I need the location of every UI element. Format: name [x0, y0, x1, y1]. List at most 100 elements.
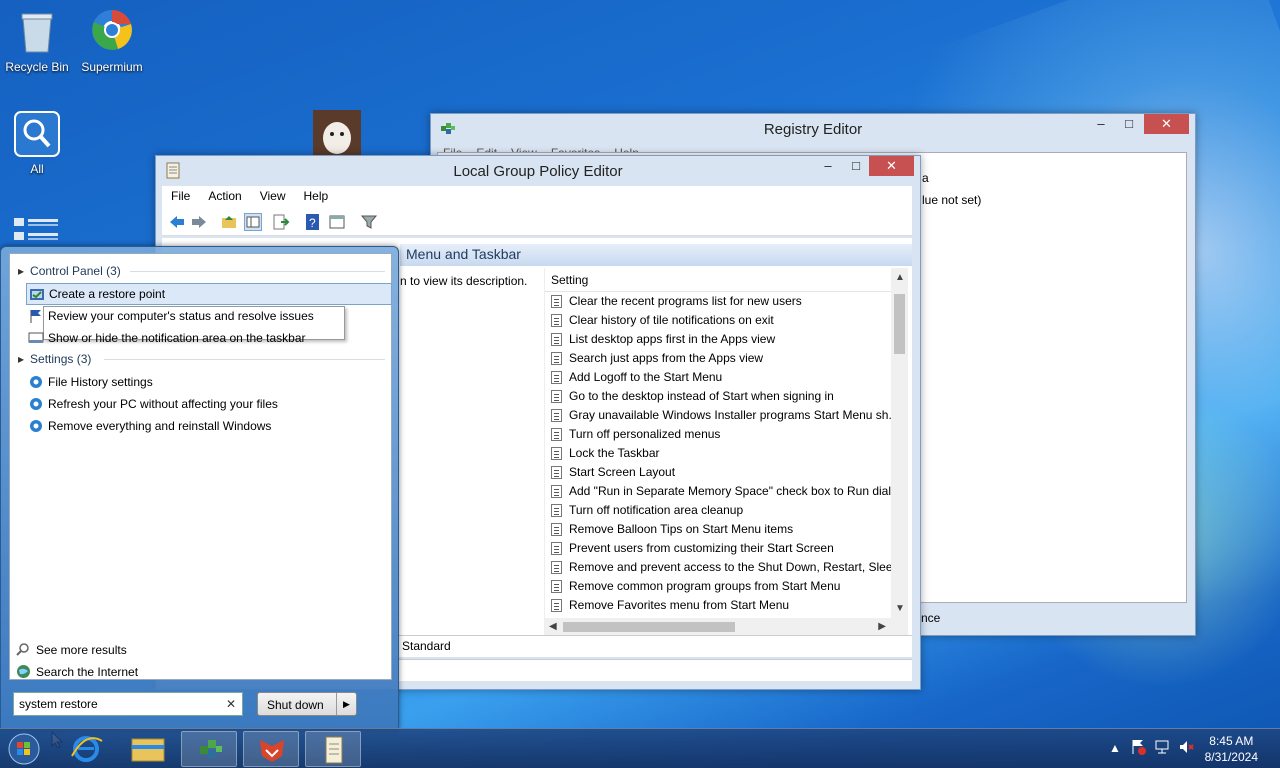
setting-label: Go to the desktop instead of Start when …	[569, 389, 834, 403]
desktop-icon-all[interactable]: All	[0, 110, 74, 176]
export-list-icon[interactable]	[272, 213, 290, 231]
show-hide-console-tree-icon[interactable]	[244, 213, 262, 231]
menu-file[interactable]: File	[162, 186, 199, 206]
setting-row[interactable]: Turn off notification area cleanup	[545, 501, 895, 520]
svg-text:?: ?	[309, 216, 316, 230]
status-fragment: nce	[921, 611, 941, 625]
menu-view[interactable]: View	[251, 186, 295, 206]
result-file-history[interactable]: File History settings	[26, 371, 153, 393]
result-create-restore-point[interactable]: Create a restore point	[26, 283, 392, 305]
maximize-button[interactable]: □	[842, 156, 870, 176]
scroll-up-icon[interactable]: ▲	[895, 272, 905, 283]
setting-row[interactable]: Clear history of tile notifications on e…	[545, 311, 895, 330]
scroll-right-icon[interactable]: ▶	[878, 621, 886, 632]
back-arrow-icon[interactable]	[168, 213, 186, 231]
result-review-computer-status[interactable]: Review your computer's status and resolv…	[26, 305, 314, 327]
system-clock[interactable]: 8:45 AM 8/31/2024	[1205, 733, 1258, 765]
setting-label: Clear history of tile notifications on e…	[569, 313, 774, 327]
network-icon[interactable]	[1154, 739, 1170, 758]
setting-row[interactable]: Add Logoff to the Start Menu	[545, 368, 895, 387]
result-reinstall-windows[interactable]: Remove everything and reinstall Windows	[26, 415, 271, 437]
maximize-button[interactable]: □	[1115, 114, 1143, 134]
vertical-scrollbar[interactable]: ▲ ▼	[891, 268, 908, 618]
description-text: n to view its description.	[400, 274, 528, 288]
close-button[interactable]: ✕	[869, 156, 914, 176]
setting-label: Prevent users from customizing their Sta…	[569, 541, 834, 555]
menu-action[interactable]: Action	[199, 186, 250, 206]
supermium-icon	[88, 8, 136, 56]
scroll-thumb[interactable]	[563, 622, 735, 632]
desktop-icon-label: All	[30, 162, 44, 176]
registry-titlebar[interactable]: Registry Editor ‒ □ ✕	[431, 114, 1195, 144]
minimize-button[interactable]: ‒	[1087, 114, 1115, 134]
desktop-icon-list[interactable]	[14, 216, 58, 244]
taskbar-fox-app[interactable]	[243, 731, 299, 767]
setting-row[interactable]: Go to the desktop instead of Start when …	[545, 387, 895, 406]
taskbar-registry-editor[interactable]	[181, 731, 237, 767]
setting-row[interactable]: Prevent users from customizing their Sta…	[545, 539, 895, 558]
setting-row[interactable]: Remove common program groups from Start …	[545, 577, 895, 596]
start-search-box[interactable]: ✕	[13, 692, 243, 716]
help-icon[interactable]: ?	[304, 213, 322, 231]
see-more-results-link[interactable]: See more results	[16, 640, 127, 660]
setting-row[interactable]: Add "Run in Separate Memory Space" check…	[545, 482, 895, 501]
desktop-icon-supermium[interactable]: Supermium	[75, 8, 149, 74]
scroll-thumb[interactable]	[894, 294, 905, 354]
setting-row[interactable]: Start Screen Layout	[545, 463, 895, 482]
action-center-flag-icon[interactable]	[1130, 739, 1146, 758]
settings-list[interactable]: Setting Clear the recent programs list f…	[544, 268, 908, 635]
desktop-icon-recycle-bin[interactable]: Recycle Bin	[0, 8, 74, 74]
group-control-panel[interactable]: Control Panel (3)	[18, 264, 121, 278]
policy-setting-icon	[551, 428, 562, 441]
taskbar-internet-explorer[interactable]	[58, 731, 114, 767]
setting-row[interactable]: Gray unavailable Windows Installer progr…	[545, 406, 895, 425]
menu-help[interactable]: Help	[295, 186, 338, 206]
horizontal-scrollbar[interactable]: ◀ ▶	[545, 618, 908, 635]
filter-icon[interactable]	[360, 213, 378, 231]
result-notification-area[interactable]: Show or hide the notification area on th…	[26, 327, 306, 349]
up-folder-icon[interactable]	[220, 213, 238, 231]
properties-icon[interactable]	[328, 213, 346, 231]
group-settings[interactable]: Settings (3)	[18, 352, 91, 366]
gpedit-toolbar: ?	[162, 208, 912, 236]
scroll-down-icon[interactable]: ▼	[895, 603, 905, 614]
policy-setting-icon	[551, 542, 562, 555]
result-refresh-pc[interactable]: Refresh your PC without affecting your f…	[26, 393, 278, 415]
setting-row[interactable]: Lock the Taskbar	[545, 444, 895, 463]
column-header-setting[interactable]: Setting	[545, 268, 908, 292]
shut-down-options-icon[interactable]: ▶	[336, 693, 356, 715]
setting-label: Turn off notification area cleanup	[569, 503, 744, 517]
minimize-button[interactable]: ‒	[814, 156, 842, 176]
clock-date: 8/31/2024	[1204, 750, 1258, 764]
search-magnifier-icon	[13, 110, 61, 158]
setting-row[interactable]: List desktop apps first in the Apps view	[545, 330, 895, 349]
setting-row[interactable]: Search just apps from the Apps view	[545, 349, 895, 368]
setting-label: Lock the Taskbar	[569, 446, 660, 460]
policy-setting-icon	[551, 580, 562, 593]
scroll-left-icon[interactable]: ◀	[549, 621, 557, 632]
close-button[interactable]: ✕	[1144, 114, 1189, 134]
result-label: File History settings	[48, 375, 153, 389]
search-input[interactable]	[19, 697, 209, 711]
taskbar-group-policy-editor[interactable]	[305, 731, 361, 767]
setting-row[interactable]: Turn off personalized menus	[545, 425, 895, 444]
desktop-icon-label: Supermium	[81, 60, 143, 74]
result-label: Refresh your PC without affecting your f…	[48, 397, 278, 411]
search-internet-link[interactable]: Search the Internet	[16, 662, 138, 682]
tab-standard[interactable]: Standard	[402, 639, 451, 653]
taskbar-file-explorer[interactable]	[120, 731, 176, 767]
setting-row[interactable]: Remove Favorites menu from Start Menu	[545, 596, 895, 615]
volume-muted-icon[interactable]	[1178, 739, 1194, 758]
shut-down-button[interactable]: Shut down ▶	[257, 692, 357, 716]
gpedit-titlebar[interactable]: Local Group Policy Editor ‒ □ ✕	[156, 156, 920, 186]
clear-search-icon[interactable]: ✕	[226, 697, 236, 711]
show-hidden-icons-icon[interactable]: ▲	[1109, 741, 1121, 755]
start-button[interactable]	[2, 731, 46, 767]
forward-arrow-icon[interactable]	[190, 213, 208, 231]
setting-row[interactable]: Clear the recent programs list for new u…	[545, 292, 895, 311]
taskbar: ▲ 8:45 AM 8/31/2024	[0, 728, 1280, 768]
setting-row[interactable]: Remove Balloon Tips on Start Menu items	[545, 520, 895, 539]
policy-setting-icon	[551, 371, 562, 384]
setting-row[interactable]: Remove and prevent access to the Shut Do…	[545, 558, 895, 577]
policy-setting-icon	[551, 485, 562, 498]
